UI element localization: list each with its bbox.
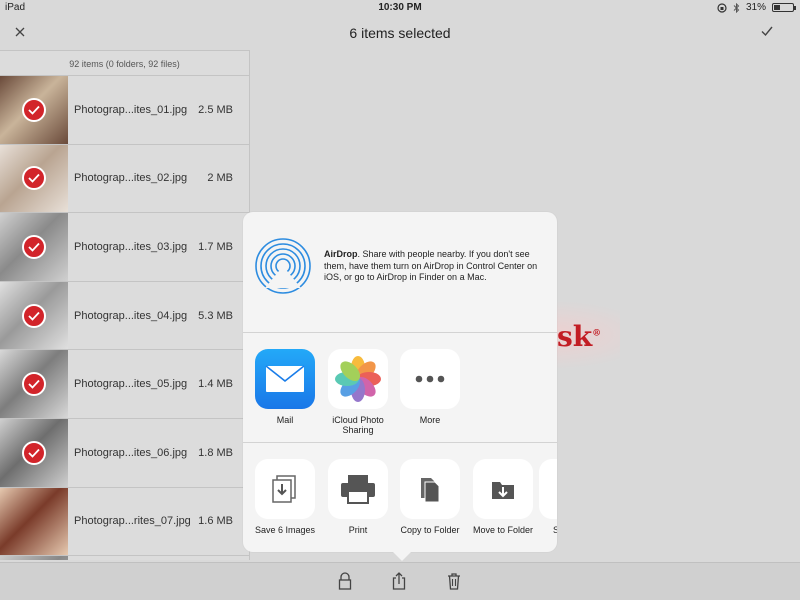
file-thumbnail — [0, 144, 68, 213]
more-label: More — [419, 415, 441, 425]
file-thumbnail — [0, 213, 68, 281]
nav-bar: 6 items selected — [0, 18, 800, 48]
move-to-folder-label: Move to Folder — [472, 525, 534, 535]
file-name: Photograp...ites_04.jpg — [74, 309, 188, 322]
status-bar: iPad 10:30 PM 31% — [0, 0, 800, 16]
airdrop-section[interactable]: AirDrop. Share with people nearby. If yo… — [243, 212, 557, 333]
file-thumbnail — [0, 418, 68, 487]
file-size: 1.8 MB — [198, 446, 233, 459]
file-thumbnail — [0, 350, 68, 418]
selected-check-icon — [22, 440, 46, 465]
share-mail-button[interactable]: Mail — [249, 349, 321, 425]
battery-percent: 31% — [745, 2, 766, 13]
partial-action-button[interactable]: S D — [539, 459, 557, 535]
done-button[interactable] — [760, 24, 776, 40]
save-images-button[interactable]: Save 6 Images — [249, 459, 321, 535]
move-icon — [473, 459, 533, 519]
partial-action-label: S D — [553, 525, 557, 535]
file-name: Photograp...ites_01.jpg — [74, 103, 188, 116]
status-right: 31% — [717, 2, 796, 13]
photos-icon — [328, 349, 388, 409]
selected-check-icon — [22, 303, 46, 328]
file-list: Photograp...ites_01.jpg 2.5 MB Photograp..… — [0, 76, 249, 560]
lock-icon — [338, 572, 352, 590]
print-label: Print — [348, 525, 368, 535]
mail-icon — [255, 349, 315, 409]
brand-logo: sk® — [557, 320, 601, 353]
file-name: Photograp...ites_06.jpg — [74, 446, 188, 459]
airdrop-title: AirDrop — [324, 249, 358, 259]
battery-icon — [772, 3, 796, 12]
bluetooth-icon — [733, 2, 740, 13]
file-size: 1.4 MB — [198, 378, 233, 391]
file-thumbnail — [0, 76, 68, 144]
file-name: Photograp...ites_02.jpg — [74, 172, 188, 185]
save-images-icon — [255, 459, 315, 519]
copy-to-folder-button[interactable]: Copy to Folder — [394, 459, 466, 535]
file-size: 1.7 MB — [198, 240, 233, 253]
copy-icon — [400, 459, 460, 519]
selected-check-icon — [22, 97, 46, 122]
move-to-folder-button[interactable]: Move to Folder — [467, 459, 539, 535]
icloud-photo-label: iCloud Photo Sharing — [332, 415, 384, 435]
file-thumbnail — [0, 281, 68, 350]
logo-registered: ® — [592, 328, 602, 339]
share-actions-row: Save 6 Images Print Copy to Folder Move … — [243, 443, 557, 552]
share-icon — [392, 572, 406, 590]
file-thumbnail — [0, 556, 68, 560]
file-row[interactable]: Photograp...ites_05.jpg 1.4 MB — [0, 350, 249, 419]
selected-check-icon — [22, 166, 46, 191]
bottom-toolbar — [0, 562, 800, 600]
print-button[interactable]: Print — [322, 459, 394, 535]
more-icon — [400, 349, 460, 409]
lock-button[interactable] — [337, 572, 355, 590]
file-list-panel: 92 items (0 folders, 92 files) Photograp… — [0, 50, 250, 560]
file-thumbnail — [0, 487, 68, 556]
file-row[interactable]: Photograp...ites_04.jpg 5.3 MB — [0, 281, 249, 351]
copy-to-folder-label: Copy to Folder — [400, 525, 460, 535]
selected-check-icon — [22, 372, 46, 397]
trash-icon — [448, 573, 460, 590]
file-row[interactable]: Photograp...ites_02.jpg 2 MB — [0, 144, 249, 214]
file-row[interactable]: Photograp...ites_01.jpg 2.5 MB — [0, 76, 249, 145]
file-row[interactable]: Photograp...rites_07.jpg 1.6 MB — [0, 487, 249, 557]
share-more-button[interactable]: More — [394, 349, 466, 425]
mail-label: Mail — [276, 415, 294, 425]
page-title: 6 items selected — [349, 25, 451, 41]
file-size: 1.6 MB — [198, 515, 233, 528]
selected-check-icon — [22, 234, 46, 259]
file-row[interactable]: Photograp...ites_03.jpg 1.7 MB — [0, 213, 249, 282]
airdrop-description: AirDrop. Share with people nearby. If yo… — [324, 249, 546, 284]
battery-fill — [774, 5, 780, 10]
file-size: 5.3 MB — [198, 309, 233, 322]
checkmark-icon — [761, 26, 773, 37]
file-row[interactable]: Photograp...ites_08.jpg2.1 MB — [0, 556, 249, 560]
logo-text: sk — [557, 320, 593, 353]
share-apps-row: Mail iCloud Photo Sharing More — [243, 333, 557, 443]
lock-rotation-icon — [717, 2, 727, 13]
file-size: 2 MB — [207, 172, 233, 185]
printer-icon — [328, 459, 388, 519]
share-icloud-photo-button[interactable]: iCloud Photo Sharing — [322, 349, 394, 435]
save-images-label: Save 6 Images — [254, 525, 316, 535]
file-row[interactable]: Photograp...ites_06.jpg 1.8 MB — [0, 418, 249, 488]
file-name: Photograp...ites_03.jpg — [74, 240, 188, 253]
status-time: 10:30 PM — [378, 2, 422, 13]
share-button[interactable] — [391, 572, 409, 590]
file-name: Photograp...rites_07.jpg — [74, 515, 191, 528]
file-summary: 92 items (0 folders, 92 files) — [0, 50, 249, 76]
unknown-icon — [539, 459, 557, 519]
file-name: Photograp...ites_05.jpg — [74, 378, 188, 391]
delete-button[interactable] — [446, 572, 464, 590]
file-size: 2.5 MB — [198, 103, 233, 116]
airdrop-icon — [255, 238, 311, 294]
share-sheet: AirDrop. Share with people nearby. If yo… — [243, 212, 557, 552]
share-sheet-arrow — [392, 551, 412, 561]
